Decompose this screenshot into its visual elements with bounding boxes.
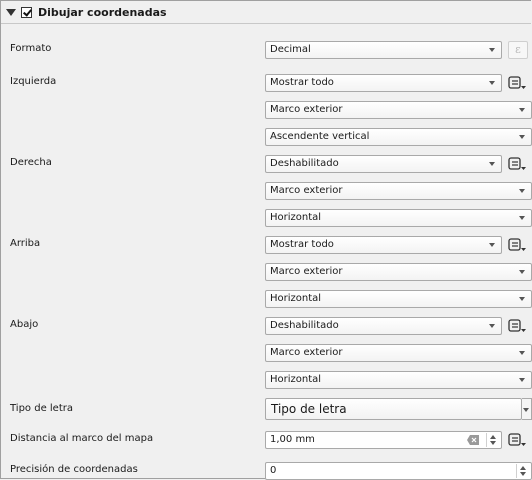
distancia-label: Distancia al marco del mapa (10, 433, 154, 444)
row-izquierda: Izquierda Mostrar todo (0, 73, 532, 93)
chevron-down-icon (489, 243, 495, 247)
chevron-down-icon (519, 108, 525, 112)
chevron-down-icon (489, 324, 495, 328)
arriba-display-value: Mostrar todo (270, 239, 334, 250)
derecha-label: Derecha (10, 157, 52, 168)
arrow-up-icon[interactable] (490, 435, 496, 439)
derecha-direction-combo[interactable]: Horizontal (265, 209, 532, 227)
expression-icon[interactable]: ε (508, 41, 528, 59)
chevron-down-icon (489, 162, 495, 166)
izquierda-direction-combo[interactable]: Ascendente vertical (265, 128, 532, 146)
arriba-direction-value: Horizontal (270, 293, 322, 304)
data-defined-override-icon[interactable] (506, 431, 528, 449)
tipo-letra-label: Tipo de letra (10, 403, 73, 414)
arrow-down-icon[interactable] (490, 441, 496, 445)
distancia-value: 1,00 mm (270, 434, 315, 445)
derecha-direction-value: Horizontal (270, 212, 322, 223)
formato-label: Formato (10, 43, 52, 54)
precision-spinbox[interactable]: 0 (265, 462, 532, 480)
chevron-down-icon (489, 48, 495, 52)
spin-arrows[interactable] (516, 464, 529, 478)
row-abajo: Abajo Deshabilitado (0, 316, 532, 336)
row-derecha: Derecha Deshabilitado (0, 154, 532, 174)
chevron-down-icon (489, 81, 495, 85)
chevron-down-icon[interactable] (6, 9, 16, 16)
chevron-down-icon (519, 297, 525, 301)
font-button[interactable]: Tipo de letra (265, 398, 522, 420)
izquierda-display-value: Mostrar todo (270, 77, 334, 88)
arrow-up-icon[interactable] (520, 466, 526, 470)
precision-label: Precisión de coordenadas (10, 464, 138, 475)
data-defined-override-icon[interactable] (506, 155, 528, 173)
abajo-direction-combo[interactable]: Horizontal (265, 371, 532, 389)
chevron-down-icon (519, 351, 525, 355)
derecha-position-value: Marco exterior (270, 185, 343, 196)
font-dropdown-button[interactable] (522, 398, 532, 420)
row-arriba: Arriba Mostrar todo (0, 235, 532, 255)
izquierda-label: Izquierda (10, 76, 57, 87)
row-abajo-direction: Horizontal (0, 370, 532, 390)
arrow-down-icon[interactable] (520, 472, 526, 476)
arriba-label: Arriba (10, 238, 41, 249)
derecha-display-combo[interactable]: Deshabilitado (265, 155, 502, 173)
distancia-spinbox[interactable]: 1,00 mm (265, 431, 502, 449)
izquierda-direction-value: Ascendente vertical (270, 131, 370, 142)
row-derecha-direction: Horizontal (0, 208, 532, 228)
chevron-down-icon (523, 408, 529, 412)
abajo-position-combo[interactable]: Marco exterior (265, 344, 532, 362)
row-derecha-position: Marco exterior (0, 181, 532, 201)
group-enable-checkbox[interactable] (21, 7, 32, 18)
izquierda-display-combo[interactable]: Mostrar todo (265, 74, 502, 92)
data-defined-override-icon[interactable] (506, 74, 528, 92)
row-distancia: Distancia al marco del mapa 1,00 mm (0, 430, 532, 450)
row-abajo-position: Marco exterior (0, 343, 532, 363)
abajo-label: Abajo (10, 319, 39, 330)
clear-field-icon[interactable] (467, 435, 479, 445)
abajo-position-value: Marco exterior (270, 347, 343, 358)
arriba-position-value: Marco exterior (270, 266, 343, 277)
group-title: Dibujar coordenadas (38, 6, 167, 19)
row-arriba-position: Marco exterior (0, 262, 532, 282)
precision-value: 0 (270, 465, 277, 476)
derecha-position-combo[interactable]: Marco exterior (265, 182, 532, 200)
chevron-down-icon (519, 189, 525, 193)
abajo-display-value: Deshabilitado (270, 320, 339, 331)
arriba-display-combo[interactable]: Mostrar todo (265, 236, 502, 254)
izquierda-position-combo[interactable]: Marco exterior (265, 101, 532, 119)
group-header[interactable]: Dibujar coordenadas (1, 2, 531, 24)
row-precision: Precisión de coordenadas 0 (0, 458, 532, 480)
spin-arrows[interactable] (486, 433, 499, 447)
data-defined-override-icon[interactable] (506, 236, 528, 254)
formato-value: Decimal (270, 44, 311, 55)
arriba-direction-combo[interactable]: Horizontal (265, 290, 532, 308)
formato-combo[interactable]: Decimal (265, 41, 502, 59)
data-defined-override-icon[interactable] (506, 317, 528, 335)
row-tipo-letra: Tipo de letra Tipo de letra (0, 398, 532, 422)
abajo-direction-value: Horizontal (270, 374, 322, 385)
arriba-position-combo[interactable]: Marco exterior (265, 263, 532, 281)
abajo-display-combo[interactable]: Deshabilitado (265, 317, 502, 335)
chevron-down-icon (519, 378, 525, 382)
row-formato: Formato Decimal ε (0, 40, 532, 60)
row-izquierda-position: Marco exterior (0, 100, 532, 120)
row-izquierda-direction: Ascendente vertical (0, 127, 532, 147)
chevron-down-icon (519, 270, 525, 274)
row-arriba-direction: Horizontal (0, 289, 532, 309)
izquierda-position-value: Marco exterior (270, 104, 343, 115)
chevron-down-icon (519, 216, 525, 220)
derecha-display-value: Deshabilitado (270, 158, 339, 169)
chevron-down-icon (519, 135, 525, 139)
